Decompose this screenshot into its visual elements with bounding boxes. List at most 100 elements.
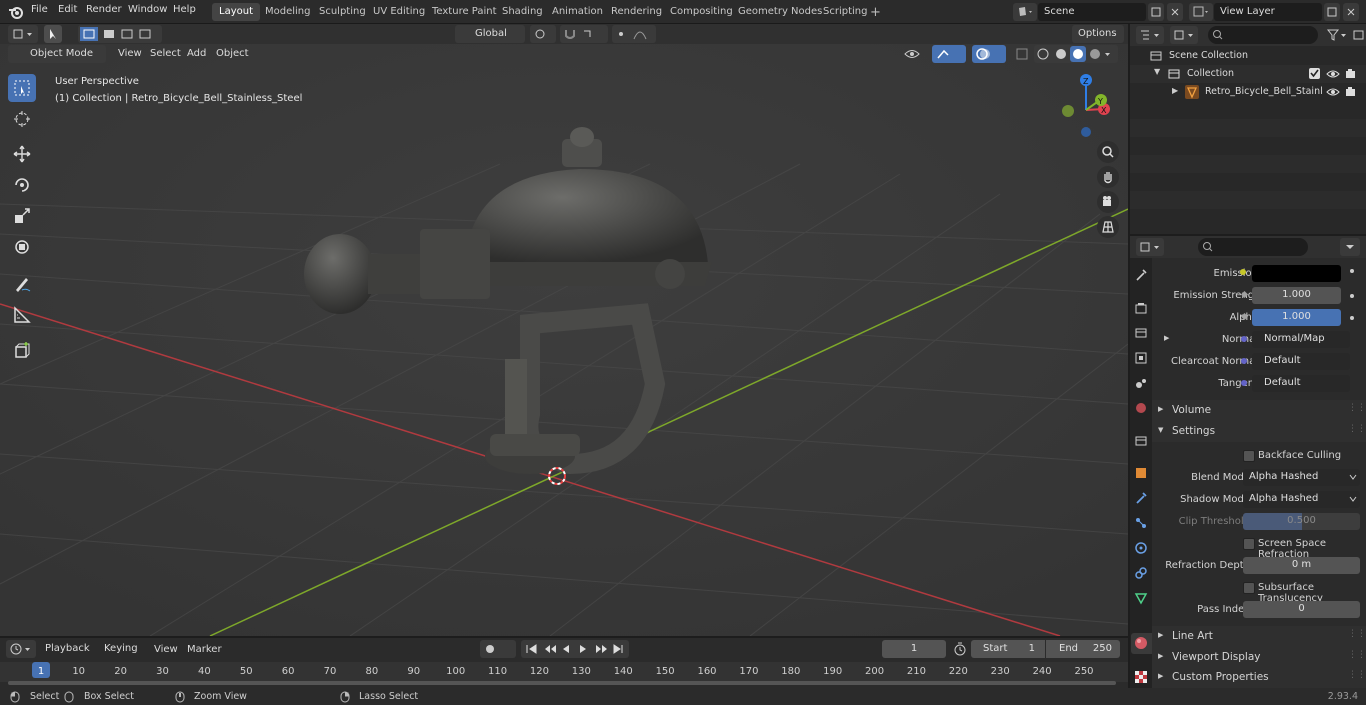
normal-field[interactable]: Normal/Map xyxy=(1252,331,1350,348)
display-mode-icon[interactable] xyxy=(1170,26,1198,44)
constraints-tab-icon[interactable] xyxy=(1134,566,1148,580)
timeline-marker-menu[interactable]: Marker xyxy=(187,644,222,655)
end-frame-field[interactable]: End 250 xyxy=(1046,640,1120,658)
collapse-arrow-icon[interactable]: ▼ xyxy=(1154,67,1160,76)
tab-geometry-nodes[interactable]: Geometry Nodes xyxy=(731,3,829,21)
auto-keying-icon[interactable] xyxy=(480,640,516,658)
gizmo-toggle-icon[interactable] xyxy=(932,45,966,63)
scene-tab-icon[interactable] xyxy=(1134,376,1148,390)
annotate-tool-icon[interactable] xyxy=(8,270,36,298)
emission-color-field[interactable] xyxy=(1252,265,1341,282)
timeline-scrollbar[interactable] xyxy=(8,681,1116,685)
tab-animation[interactable]: Animation xyxy=(545,3,610,21)
modifier-tab-icon[interactable] xyxy=(1134,491,1148,505)
tab-texture-paint[interactable]: Texture Paint xyxy=(425,3,504,21)
move-tool-icon[interactable] xyxy=(8,140,36,168)
expand-arrow-icon[interactable]: ▶ xyxy=(1172,86,1178,95)
menu-file[interactable]: File xyxy=(31,4,48,15)
select-tool-icon[interactable] xyxy=(44,25,62,43)
clip-threshold-field[interactable]: 0.500 xyxy=(1243,513,1360,530)
tab-scripting[interactable]: Scripting xyxy=(816,3,874,21)
select-box-tool-icon[interactable] xyxy=(8,74,36,102)
menu-help[interactable]: Help xyxy=(173,4,196,15)
shading-mode-buttons[interactable] xyxy=(1034,45,1118,63)
scene-selector-icon[interactable] xyxy=(1013,3,1037,21)
backface-culling-checkbox[interactable] xyxy=(1243,450,1255,462)
menu-add[interactable]: Add xyxy=(187,48,206,59)
visibility-filter-icon[interactable] xyxy=(902,45,928,63)
menu-window[interactable]: Window xyxy=(128,4,167,15)
output-tab-icon[interactable] xyxy=(1134,326,1148,340)
tab-modeling[interactable]: Modeling xyxy=(258,3,318,21)
camera-icon[interactable] xyxy=(1344,85,1358,98)
particles-tab-icon[interactable] xyxy=(1134,516,1148,530)
screen-space-refraction-checkbox[interactable] xyxy=(1243,538,1255,550)
options-dropdown[interactable]: Options xyxy=(1072,25,1124,43)
pass-index-field[interactable]: 0 xyxy=(1243,601,1360,618)
properties-options-icon[interactable] xyxy=(1340,238,1360,256)
animate-property-icon[interactable] xyxy=(1350,269,1354,273)
tab-shading[interactable]: Shading xyxy=(495,3,550,21)
snapping-icon[interactable] xyxy=(560,25,608,43)
3d-viewport[interactable]: Z X Y User Perspective (1) Collection | … xyxy=(0,24,1128,636)
volume-panel-header[interactable]: ▶ Volume ⋮⋮ xyxy=(1152,400,1366,421)
material-tab-icon[interactable] xyxy=(1131,633,1152,654)
proportional-editing-icon[interactable] xyxy=(612,25,656,43)
drag-handle-icon[interactable]: ⋮⋮ xyxy=(1348,650,1366,660)
view-layer-icon[interactable] xyxy=(1189,3,1213,21)
filter-icon[interactable] xyxy=(1324,26,1350,44)
delete-scene-icon[interactable] xyxy=(1167,3,1183,21)
tab-layout[interactable]: Layout xyxy=(212,3,260,21)
drag-handle-icon[interactable]: ⋮⋮ xyxy=(1348,670,1366,680)
delete-view-layer-icon[interactable] xyxy=(1343,3,1359,21)
zoom-view-icon[interactable] xyxy=(1097,141,1119,163)
physics-tab-icon[interactable] xyxy=(1134,541,1148,555)
shadow-mode-dropdown[interactable]: Alpha Hashed xyxy=(1243,491,1360,508)
alpha-field[interactable]: 1.000 xyxy=(1252,309,1341,326)
animate-property-icon[interactable] xyxy=(1350,294,1354,298)
timeline-view-menu[interactable]: View xyxy=(154,644,178,655)
menu-select[interactable]: Select xyxy=(150,48,181,59)
blender-logo-icon[interactable] xyxy=(8,4,24,20)
properties-search-input[interactable] xyxy=(1198,238,1308,256)
add-cube-tool-icon[interactable] xyxy=(8,336,36,364)
menu-edit[interactable]: Edit xyxy=(58,4,77,15)
tab-uv-editing[interactable]: UV Editing xyxy=(366,3,432,21)
playback-menu[interactable]: Playback xyxy=(41,640,96,658)
tab-rendering[interactable]: Rendering xyxy=(604,3,669,21)
scene-name-field[interactable]: Scene xyxy=(1038,3,1146,21)
xray-toggle-icon[interactable] xyxy=(1014,45,1030,63)
tangent-field[interactable]: Default xyxy=(1252,375,1350,392)
new-view-layer-icon[interactable] xyxy=(1324,3,1340,21)
scale-tool-icon[interactable] xyxy=(8,202,36,230)
menu-render[interactable]: Render xyxy=(86,4,122,15)
outliner-row-object[interactable]: ▶ Retro_Bicycle_Bell_Stainl xyxy=(1130,83,1366,101)
camera-view-icon[interactable] xyxy=(1097,191,1119,213)
select-mode-buttons[interactable] xyxy=(78,25,162,43)
cursor-tool-icon[interactable] xyxy=(8,105,36,133)
start-frame-field[interactable]: Start 1 xyxy=(971,640,1045,658)
blend-mode-dropdown[interactable]: Alpha Hashed xyxy=(1243,469,1360,486)
eye-icon[interactable] xyxy=(1326,86,1340,98)
view-layer-field[interactable]: View Layer xyxy=(1214,3,1322,21)
render-tab-icon[interactable] xyxy=(1134,301,1148,315)
data-tab-icon[interactable] xyxy=(1134,591,1148,605)
world-tab-icon[interactable] xyxy=(1134,401,1148,415)
viewport-display-panel-header[interactable]: ▶ Viewport Display ⋮⋮ xyxy=(1152,647,1366,668)
overlays-toggle-icon[interactable] xyxy=(972,45,1006,63)
stopwatch-icon[interactable] xyxy=(953,642,967,656)
add-workspace-icon[interactable]: + xyxy=(870,5,881,20)
rotate-tool-icon[interactable] xyxy=(8,171,36,199)
editor-type-icon[interactable] xyxy=(8,25,38,43)
measure-tool-icon[interactable] xyxy=(8,301,36,329)
clearcoat-normal-field[interactable]: Default xyxy=(1252,353,1350,370)
camera-icon[interactable] xyxy=(1344,67,1358,80)
line-art-panel-header[interactable]: ▶ Line Art ⋮⋮ xyxy=(1152,626,1366,647)
drag-handle-icon[interactable]: ⋮⋮ xyxy=(1348,629,1366,639)
expand-arrow-icon[interactable]: ▶ xyxy=(1164,334,1169,342)
tool-tab-icon[interactable] xyxy=(1134,268,1148,282)
subsurface-translucency-checkbox[interactable] xyxy=(1243,582,1255,594)
tab-sculpting[interactable]: Sculpting xyxy=(312,3,373,21)
new-collection-icon[interactable] xyxy=(1352,26,1366,44)
emission-strength-field[interactable]: 1.000 xyxy=(1252,287,1341,304)
